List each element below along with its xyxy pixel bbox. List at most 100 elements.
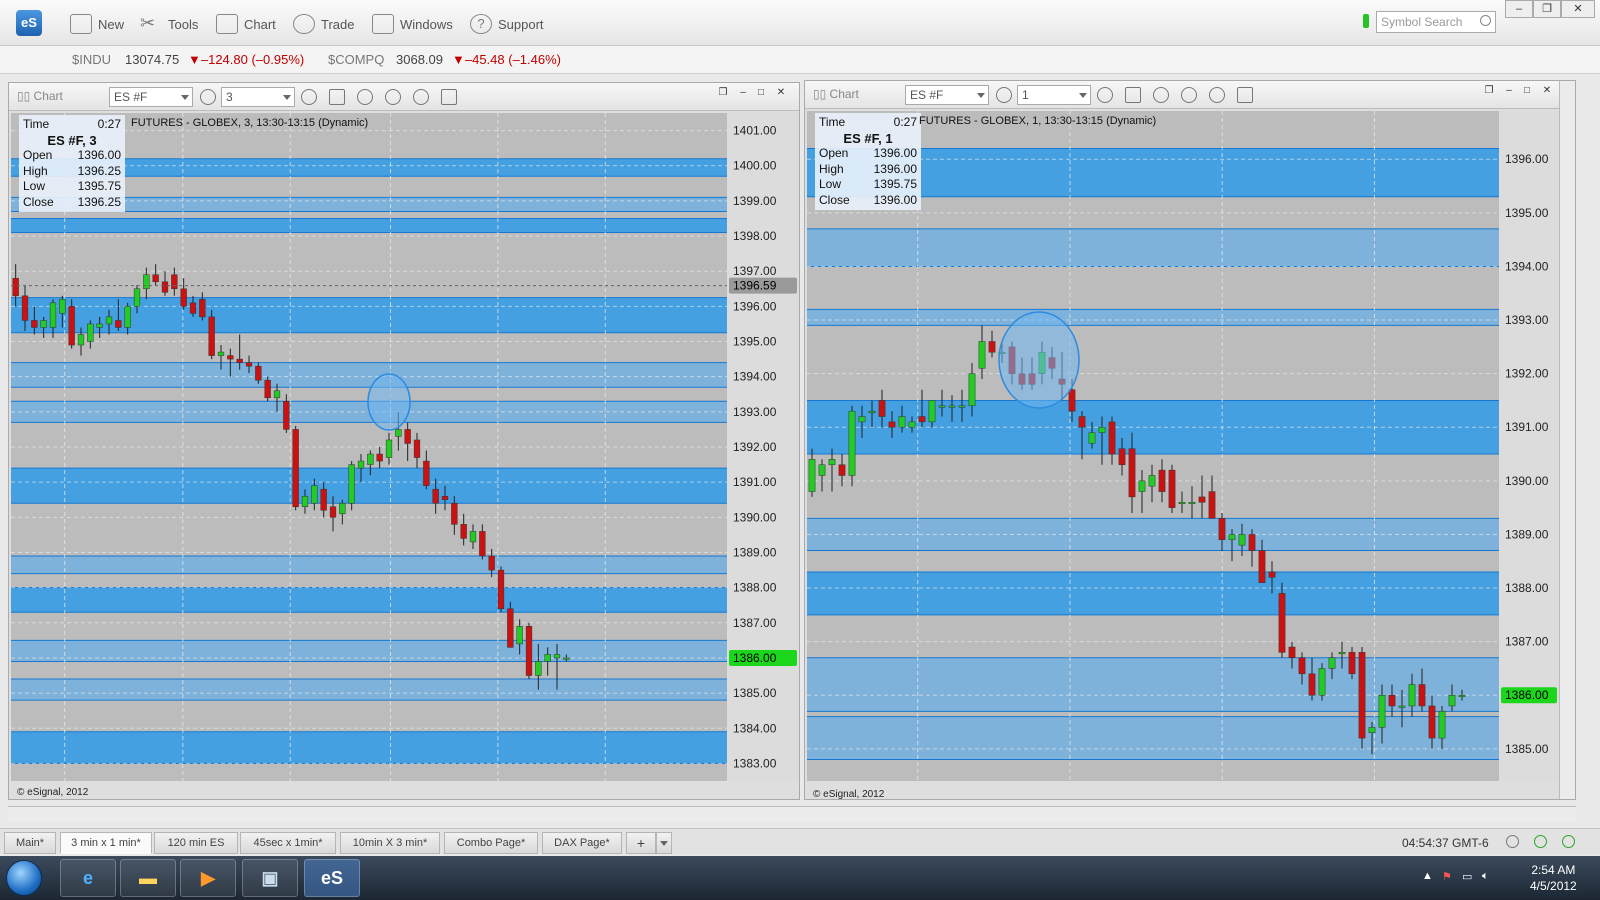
refresh-icon[interactable]	[1534, 835, 1547, 848]
ticker-value-indu: 13074.75	[125, 52, 180, 67]
pane-maximize-button[interactable]: □	[753, 86, 769, 100]
ticker-symbol-indu[interactable]: $INDU	[72, 52, 111, 67]
vertical-scrollbar[interactable]	[1559, 81, 1575, 799]
price-chart-1min[interactable]: 1396.00 1395.00 1394.00 1393.00 1392.00 1391.…	[807, 111, 1559, 781]
play-icon[interactable]	[385, 89, 401, 105]
pane-maximize-button[interactable]: □	[1519, 84, 1535, 98]
interval-select[interactable]: 3	[221, 87, 295, 107]
chart-subtitle: FUTURES - GLOBEX, 3, 13:30-13:15 (Dynami…	[131, 117, 369, 129]
symbol-select[interactable]: ES #F	[109, 87, 193, 107]
show-hidden-icons[interactable]: ▲	[1422, 870, 1436, 884]
pencil-icon[interactable]	[1125, 87, 1141, 103]
up-candle	[217, 351, 225, 356]
internet-explorer-icon[interactable]: e	[60, 859, 116, 897]
pane-popout-button[interactable]: ❐	[715, 86, 731, 100]
price-band	[11, 731, 727, 764]
up-candle	[828, 459, 836, 466]
tab-3min-x-1min[interactable]: 3 min x 1 min*	[60, 832, 152, 854]
play-icon[interactable]	[1181, 87, 1197, 103]
settings-icon[interactable]	[1506, 835, 1519, 848]
alert-icon[interactable]	[1209, 87, 1225, 103]
price-axis-label: 1400.00	[733, 159, 777, 173]
down-candle	[488, 555, 495, 571]
tab-120min-es[interactable]: 120 min ES	[154, 832, 238, 854]
price-axis-label: 1395.00	[1505, 206, 1549, 220]
study-icon[interactable]	[357, 89, 373, 105]
up-candle	[311, 485, 318, 504]
tab-dax-page[interactable]: DAX Page*	[542, 832, 622, 854]
study-icon[interactable]	[1153, 87, 1169, 103]
tab-10min-x-3min[interactable]: 10min X 3 min*	[340, 832, 440, 854]
new-button[interactable]: New	[70, 12, 124, 36]
alert-icon[interactable]	[413, 89, 429, 105]
price-axis-label: 1390.00	[1505, 474, 1549, 488]
tab-main[interactable]: Main*	[4, 832, 56, 854]
search-icon[interactable]	[1480, 15, 1491, 26]
support-button[interactable]: ? Support	[470, 12, 544, 36]
restore-button[interactable]: ❐	[1533, 0, 1561, 18]
tab-combo-page[interactable]: Combo Page*	[444, 832, 538, 854]
down-candle	[1248, 534, 1256, 551]
up-candle	[1138, 480, 1146, 492]
up-candle	[469, 531, 477, 543]
price-band	[11, 679, 727, 701]
pane-minimize-button[interactable]: –	[735, 86, 751, 100]
tools-button[interactable]: ✂ Tools	[140, 12, 198, 36]
price-chart-3min[interactable]: 1401.001400.001399.001398.001397.001396.…	[11, 113, 799, 781]
interval-select[interactable]: 1	[1017, 85, 1091, 105]
symbol-select[interactable]: ES #F	[905, 85, 989, 105]
media-player-icon[interactable]: ▶	[180, 859, 236, 897]
cursor-price-label: 1396.59	[733, 279, 777, 293]
status-icon[interactable]	[1562, 835, 1575, 848]
pencil-icon[interactable]	[329, 89, 345, 105]
pane-close-button[interactable]: ✕	[773, 86, 789, 100]
up-candle	[868, 410, 876, 413]
close-button[interactable]: ✕	[1561, 0, 1595, 18]
esignal-logo[interactable]: eS	[16, 10, 42, 36]
tab-45sec-x-1min[interactable]: 45sec x 1min*	[240, 832, 336, 854]
action-center-icon[interactable]: ⚑	[1442, 870, 1456, 884]
link-icon[interactable]	[1237, 87, 1253, 103]
pane-close-button[interactable]: ✕	[1539, 84, 1555, 98]
symbol-search-input[interactable]: Symbol Search	[1376, 11, 1496, 33]
up-candle	[133, 288, 141, 307]
system-clock[interactable]: 2:54 AM 4/5/2012	[1530, 862, 1577, 894]
pane-popout-button[interactable]: ❐	[1481, 84, 1497, 98]
price-axis-label: 1385.00	[1505, 742, 1549, 756]
windows-button[interactable]: Windows	[372, 12, 453, 36]
clock-icon[interactable]	[301, 89, 317, 105]
support-label: Support	[498, 16, 544, 32]
volume-icon[interactable]: 🔈︎	[1482, 870, 1496, 884]
down-candle	[1078, 416, 1086, 428]
price-axis-label: 1387.00	[1505, 635, 1549, 649]
ticker-symbol-compq[interactable]: $COMPQ	[328, 52, 384, 67]
down-candle	[1118, 448, 1126, 466]
down-candle	[888, 421, 896, 428]
network-icon[interactable]: ▭	[1462, 870, 1476, 884]
horizontal-scrollbar[interactable]	[8, 806, 1576, 822]
chart-button[interactable]: Chart	[216, 12, 276, 36]
down-candle	[423, 460, 430, 486]
data-window-header: ES #F, 3	[47, 132, 97, 148]
interval-settings-icon[interactable]	[200, 89, 216, 105]
low-label: Low	[23, 179, 46, 193]
up-candle	[77, 334, 85, 346]
add-tab-button[interactable]: +	[626, 832, 656, 854]
file-explorer-icon[interactable]: ▬	[120, 859, 176, 897]
tab-list-button[interactable]	[656, 832, 672, 854]
down-candle	[68, 306, 75, 346]
minimize-button[interactable]: –	[1505, 0, 1533, 18]
start-button[interactable]	[6, 860, 42, 896]
pane-minimize-button[interactable]: –	[1501, 84, 1517, 98]
trade-button[interactable]: Trade	[293, 12, 354, 36]
down-candle	[1068, 389, 1076, 412]
down-candle	[413, 439, 421, 458]
interval-settings-icon[interactable]	[996, 87, 1012, 103]
up-candle	[367, 453, 374, 465]
link-icon[interactable]	[441, 89, 457, 105]
esignal-task-icon[interactable]: eS	[304, 859, 360, 897]
remote-desktop-icon[interactable]: ▣	[242, 859, 298, 897]
down-candle	[264, 379, 271, 399]
clock-icon[interactable]	[1097, 87, 1113, 103]
new-window-icon	[70, 14, 92, 34]
